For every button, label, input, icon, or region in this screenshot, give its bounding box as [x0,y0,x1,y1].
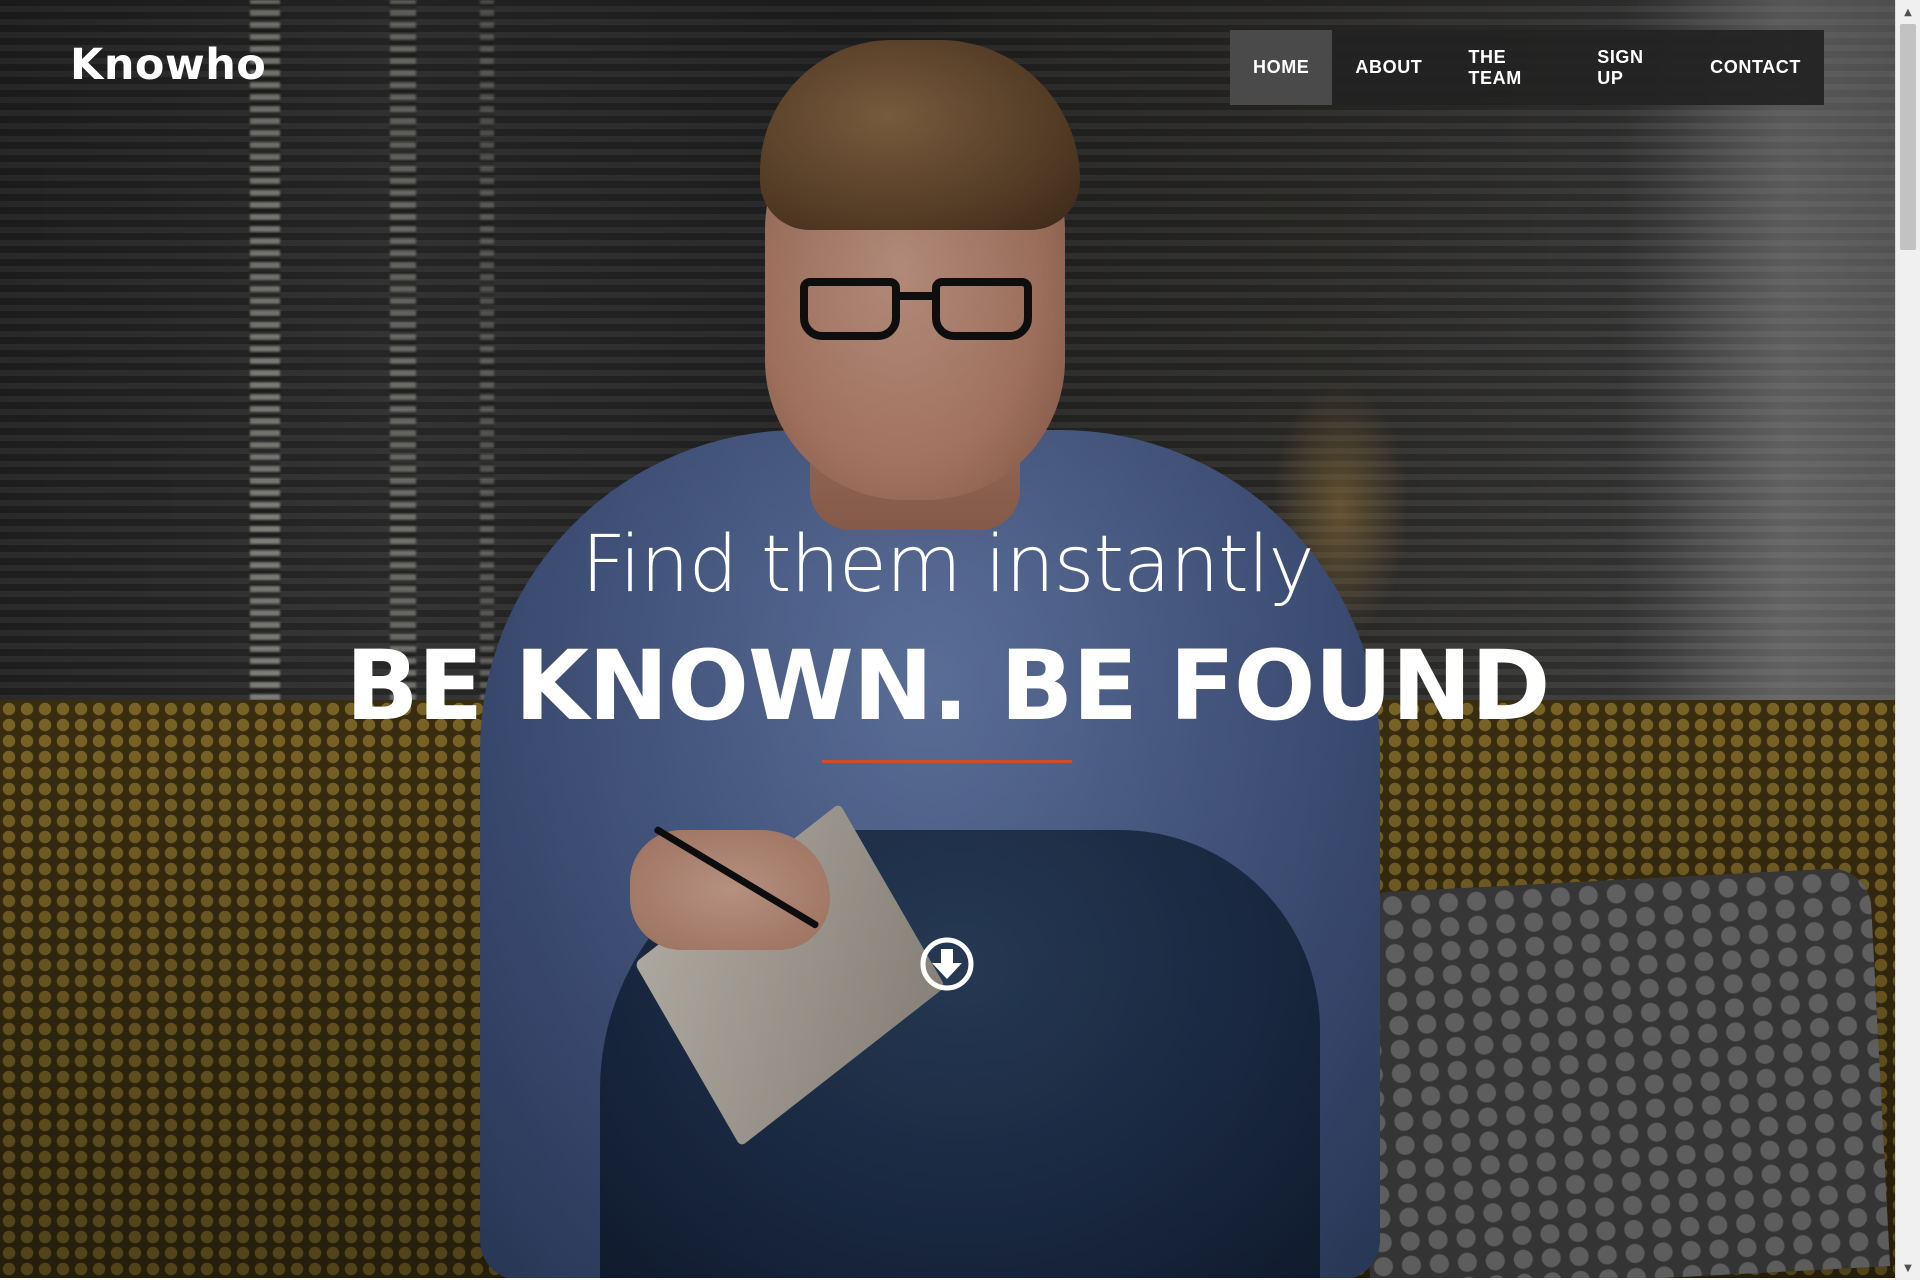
vertical-scrollbar[interactable]: ▲ ▼ [1895,0,1920,1280]
scroll-down-arrow-icon[interactable]: ▼ [1896,1258,1920,1278]
arrow-circle-down-icon [920,937,974,991]
page: Knowho HOME ABOUT THE TEAM SIGN UP CONTA… [0,0,1920,1280]
scrollbar-thumb[interactable] [1900,24,1916,250]
scroll-down-button[interactable] [919,936,975,992]
hero-subtitle: Find them instantly [581,520,1314,610]
hero-headline: BE KNOWN. BE FOUND [345,630,1551,742]
scroll-up-arrow-icon[interactable]: ▲ [1896,2,1920,22]
hero-text: Find them instantly BE KNOWN. BE FOUND [0,0,1895,1280]
hero-divider [822,760,1072,763]
